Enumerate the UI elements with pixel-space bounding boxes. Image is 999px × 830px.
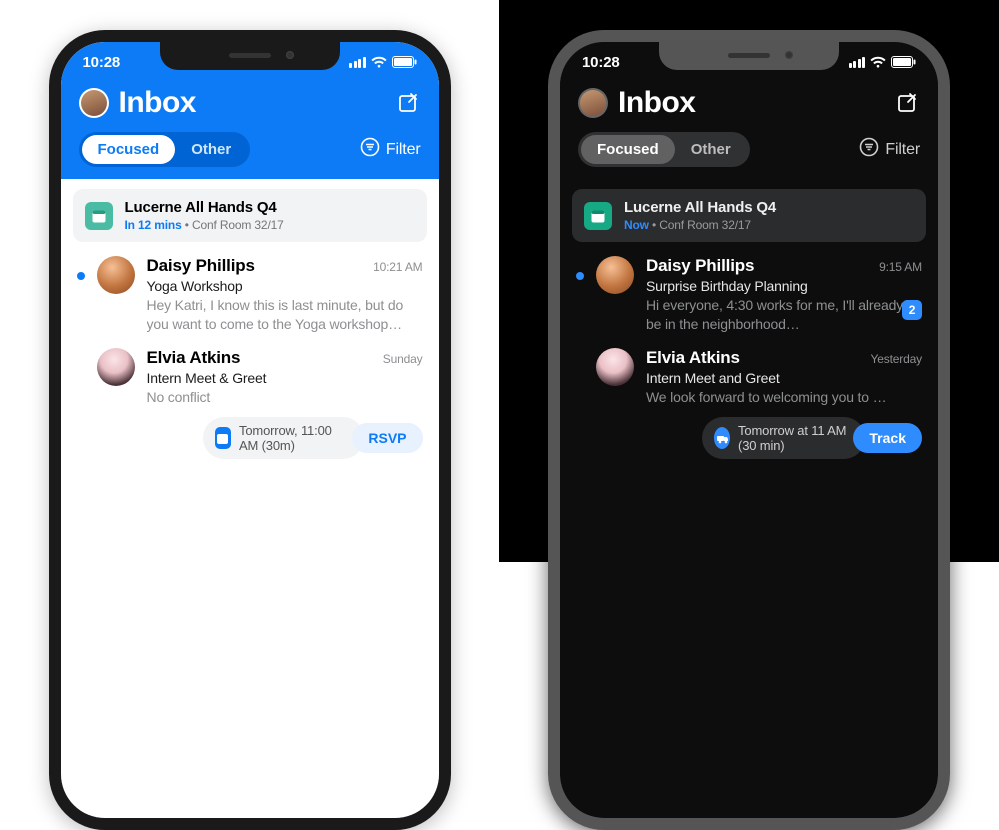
message-row[interactable]: Daisy Phillips 9:15 AM Surprise Birthday… — [572, 242, 926, 334]
notch — [160, 42, 340, 70]
cellular-icon — [349, 57, 366, 68]
wifi-icon — [371, 56, 387, 68]
meeting-time-label: Tomorrow at 11 AM (30 min) — [738, 423, 853, 453]
meeting-chip[interactable]: Tomorrow, 11:00 AM (30m) — [203, 417, 365, 459]
sender-avatar — [596, 256, 634, 294]
account-avatar[interactable] — [79, 88, 109, 118]
filter-icon — [360, 137, 380, 162]
message-subject: Intern Meet and Greet — [646, 369, 922, 387]
message-preview: Hi everyone, 4:30 works for me, I'll alr… — [646, 296, 922, 334]
filter-button[interactable]: Filter — [859, 137, 920, 162]
filter-icon — [859, 137, 879, 162]
meeting-time-label: Tomorrow, 11:00 AM (30m) — [239, 423, 352, 453]
message-time: 9:15 AM — [879, 260, 922, 274]
message-row[interactable]: Elvia Atkins Sunday Intern Meet & Greet … — [73, 334, 427, 459]
status-time: 10:28 — [83, 54, 121, 71]
sender-name: Elvia Atkins — [147, 348, 241, 368]
message-time: Yesterday — [871, 352, 923, 366]
message-preview: We look forward to welcoming you to … — [646, 388, 922, 407]
tab-other[interactable]: Other — [675, 135, 747, 164]
meeting-chip[interactable]: Tomorrow at 11 AM (30 min) — [702, 417, 865, 459]
sender-avatar — [97, 348, 135, 386]
page-title: Inbox — [119, 86, 197, 120]
message-subject: Yoga Workshop — [147, 277, 423, 295]
inbox-tabs: Focused Other — [79, 132, 251, 167]
message-preview: Hey Katri, I know this is last minute, b… — [147, 296, 423, 334]
battery-icon — [392, 56, 417, 68]
message-row[interactable]: Elvia Atkins Yesterday Intern Meet and G… — [572, 334, 926, 459]
account-avatar[interactable] — [578, 88, 608, 118]
message-preview: No conflict — [147, 388, 423, 407]
track-button[interactable]: Track — [853, 423, 922, 453]
sender-avatar — [97, 256, 135, 294]
page-title: Inbox — [618, 86, 696, 120]
calendar-icon — [584, 202, 612, 230]
unread-dot — [576, 272, 584, 280]
sender-avatar — [596, 348, 634, 386]
notch — [659, 42, 839, 70]
event-subtitle: Now • Conf Room 32/17 — [624, 218, 776, 232]
event-title: Lucerne All Hands Q4 — [624, 199, 776, 216]
upcoming-event-chip[interactable]: Lucerne All Hands Q4 In 12 mins • Conf R… — [73, 189, 427, 242]
tab-other[interactable]: Other — [175, 135, 247, 164]
event-subtitle: In 12 mins • Conf Room 32/17 — [125, 218, 284, 232]
sender-name: Elvia Atkins — [646, 348, 740, 368]
inbox-tabs: Focused Other — [578, 132, 750, 167]
phone-frame-light: 10:28 Inbox — [49, 30, 451, 830]
rsvp-button[interactable]: RSVP — [352, 423, 422, 453]
tab-focused[interactable]: Focused — [581, 135, 675, 164]
battery-icon — [891, 56, 916, 68]
unread-dot — [77, 272, 85, 280]
filter-label: Filter — [386, 141, 421, 159]
message-subject: Surprise Birthday Planning — [646, 277, 922, 295]
status-time: 10:28 — [582, 54, 620, 71]
sender-name: Daisy Phillips — [646, 256, 754, 276]
compose-icon[interactable] — [896, 91, 920, 115]
wifi-icon — [870, 56, 886, 68]
calendar-chip-icon — [215, 427, 231, 449]
tab-focused[interactable]: Focused — [82, 135, 176, 164]
message-row[interactable]: Daisy Phillips 10:21 AM Yoga Workshop He… — [73, 242, 427, 334]
phone-frame-dark: 10:28 Inbox — [548, 30, 950, 830]
unread-count-badge: 2 — [902, 300, 922, 320]
sender-name: Daisy Phillips — [147, 256, 255, 276]
delivery-truck-icon — [714, 427, 730, 449]
upcoming-event-chip[interactable]: Lucerne All Hands Q4 Now • Conf Room 32/… — [572, 189, 926, 242]
message-time: Sunday — [383, 352, 423, 366]
message-time: 10:21 AM — [373, 260, 422, 274]
cellular-icon — [849, 57, 866, 68]
calendar-icon — [85, 202, 113, 230]
compose-icon[interactable] — [397, 91, 421, 115]
filter-label: Filter — [885, 141, 920, 159]
message-subject: Intern Meet & Greet — [147, 369, 423, 387]
event-title: Lucerne All Hands Q4 — [125, 199, 284, 216]
filter-button[interactable]: Filter — [360, 137, 421, 162]
